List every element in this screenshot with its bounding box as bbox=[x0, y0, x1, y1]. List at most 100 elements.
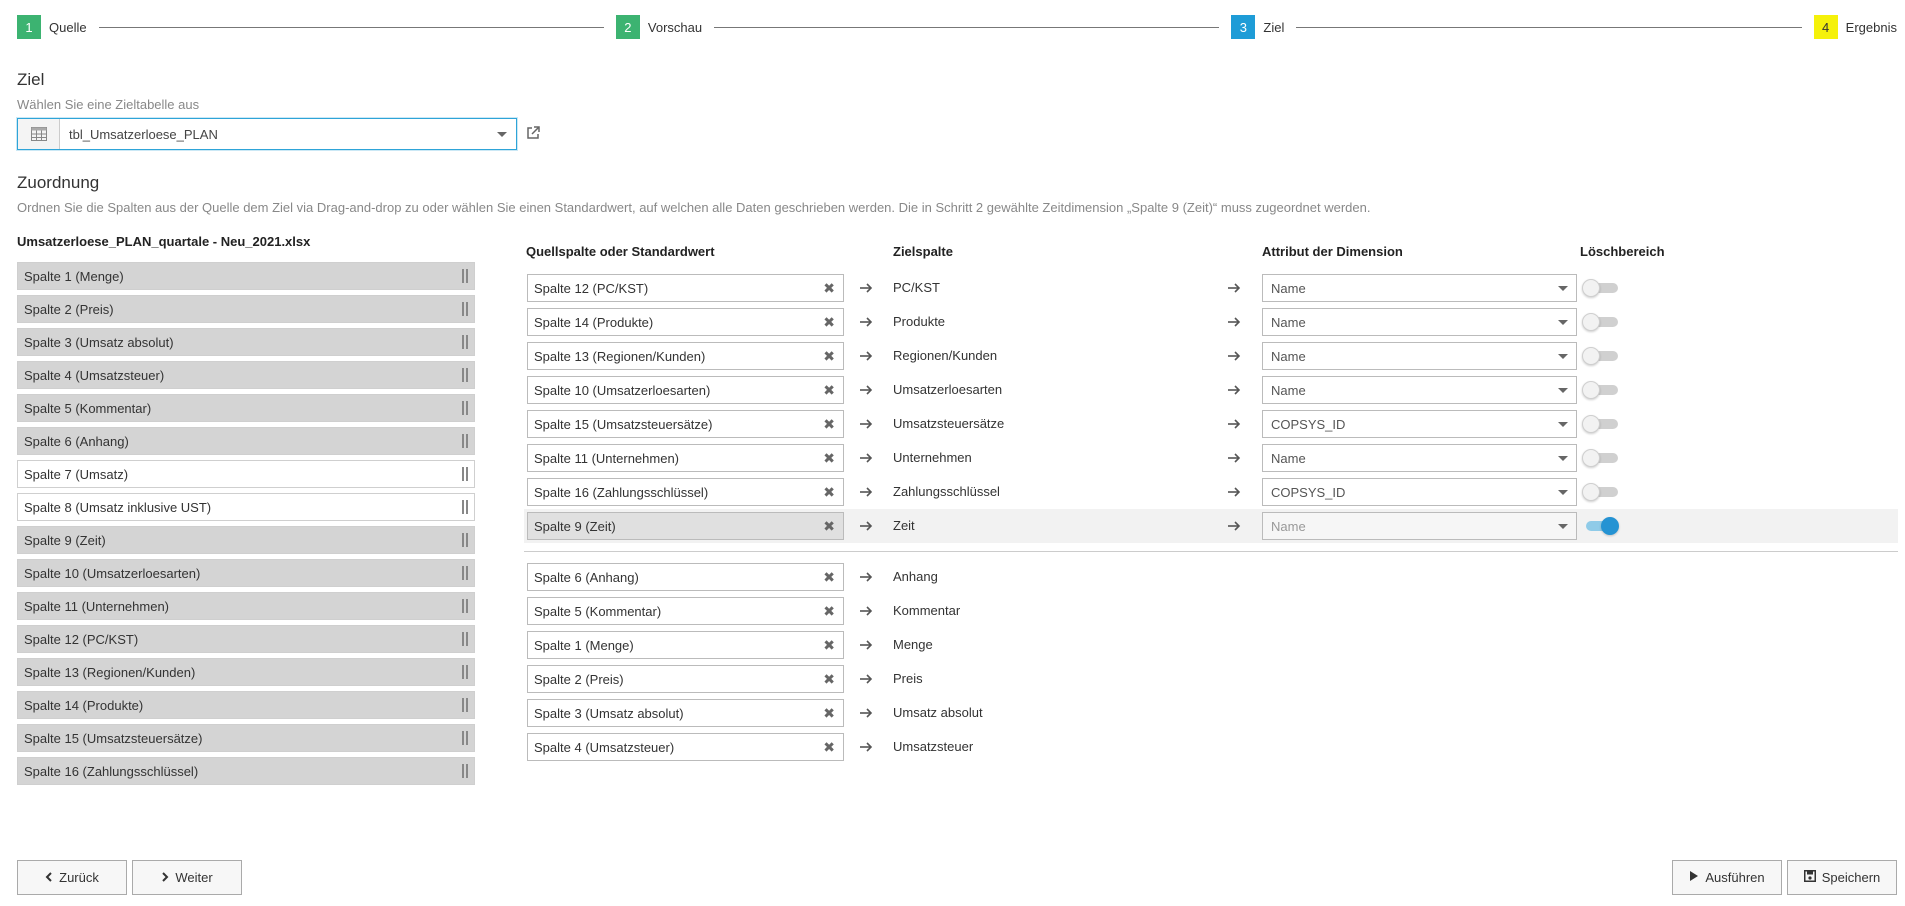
delete-area-toggle[interactable] bbox=[1582, 381, 1618, 399]
chevron-down-icon bbox=[1558, 320, 1568, 325]
clear-icon[interactable]: ✖ bbox=[823, 570, 835, 584]
drag-handle-icon[interactable] bbox=[462, 698, 468, 712]
step-label: Ziel bbox=[1263, 19, 1285, 35]
dimension-attribute-select[interactable]: Name bbox=[1262, 342, 1577, 370]
clear-icon[interactable]: ✖ bbox=[823, 315, 835, 329]
arrow-right-icon bbox=[858, 637, 874, 653]
drag-handle-icon[interactable] bbox=[462, 599, 468, 613]
drag-handle-icon[interactable] bbox=[462, 467, 468, 481]
source-column-item[interactable]: Spalte 16 (Zahlungsschlüssel) bbox=[17, 757, 475, 785]
clear-icon[interactable]: ✖ bbox=[823, 417, 835, 431]
clear-icon[interactable]: ✖ bbox=[823, 672, 835, 686]
drag-handle-icon[interactable] bbox=[462, 401, 468, 415]
back-button[interactable]: Zurück bbox=[17, 860, 127, 895]
dimension-attribute-select[interactable]: Name bbox=[1262, 444, 1577, 472]
source-column-field[interactable]: Spalte 1 (Menge) ✖ bbox=[527, 631, 844, 659]
clear-icon[interactable]: ✖ bbox=[823, 740, 835, 754]
dimension-attribute-select[interactable]: COPSYS_ID bbox=[1262, 410, 1577, 438]
source-column-field[interactable]: Spalte 9 (Zeit) ✖ bbox=[527, 512, 844, 540]
source-column-item[interactable]: Spalte 5 (Kommentar) bbox=[17, 394, 475, 422]
source-column-item[interactable]: Spalte 1 (Menge) bbox=[17, 262, 475, 290]
source-column-item[interactable]: Spalte 2 (Preis) bbox=[17, 295, 475, 323]
drag-handle-icon[interactable] bbox=[462, 566, 468, 580]
target-table-select[interactable]: tbl_Umsatzerloese_PLAN bbox=[17, 118, 517, 150]
drag-handle-icon[interactable] bbox=[462, 632, 468, 646]
step-ergebnis[interactable]: 4 Ergebnis bbox=[1813, 15, 1897, 39]
clear-icon[interactable]: ✖ bbox=[823, 638, 835, 652]
next-button[interactable]: Weiter bbox=[132, 860, 242, 895]
clear-icon[interactable]: ✖ bbox=[823, 706, 835, 720]
drag-handle-icon[interactable] bbox=[462, 533, 468, 547]
source-column-field[interactable]: Spalte 15 (Umsatzsteuersätze) ✖ bbox=[527, 410, 844, 438]
source-column-field[interactable]: Spalte 5 (Kommentar) ✖ bbox=[527, 597, 844, 625]
source-column-item[interactable]: Spalte 10 (Umsatzerloesarten) bbox=[17, 559, 475, 587]
source-column-field[interactable]: Spalte 11 (Unternehmen) ✖ bbox=[527, 444, 844, 472]
step-quelle[interactable]: 1 Quelle bbox=[17, 15, 87, 39]
source-column-item[interactable]: Spalte 11 (Unternehmen) bbox=[17, 592, 475, 620]
target-column-label: PC/KST bbox=[893, 280, 940, 295]
source-column-item[interactable]: Spalte 14 (Produkte) bbox=[17, 691, 475, 719]
arrow-right-icon bbox=[858, 484, 874, 500]
source-column-item[interactable]: Spalte 6 (Anhang) bbox=[17, 427, 475, 455]
source-column-field[interactable]: Spalte 16 (Zahlungsschlüssel) ✖ bbox=[527, 478, 844, 506]
source-column-label: Spalte 6 (Anhang) bbox=[24, 433, 129, 449]
clear-icon[interactable]: ✖ bbox=[823, 383, 835, 397]
dimension-attribute-value: Name bbox=[1271, 348, 1306, 364]
source-column-value: Spalte 4 (Umsatzsteuer) bbox=[534, 739, 675, 755]
source-column-item[interactable]: Spalte 15 (Umsatzsteuersätze) bbox=[17, 724, 475, 752]
source-column-field[interactable]: Spalte 14 (Produkte) ✖ bbox=[527, 308, 844, 336]
mapping-row: Spalte 13 (Regionen/Kunden) ✖ Regionen/Kun… bbox=[524, 339, 1898, 373]
drag-handle-icon[interactable] bbox=[462, 434, 468, 448]
save-button[interactable]: Speichern bbox=[1787, 860, 1897, 895]
drag-handle-icon[interactable] bbox=[462, 335, 468, 349]
dimension-attribute-select[interactable]: Name bbox=[1262, 376, 1577, 404]
drag-handle-icon[interactable] bbox=[462, 302, 468, 316]
clear-icon[interactable]: ✖ bbox=[823, 451, 835, 465]
delete-area-toggle[interactable] bbox=[1582, 313, 1618, 331]
drag-handle-icon[interactable] bbox=[462, 731, 468, 745]
clear-icon[interactable]: ✖ bbox=[823, 604, 835, 618]
source-column-item[interactable]: Spalte 13 (Regionen/Kunden) bbox=[17, 658, 475, 686]
clear-icon[interactable]: ✖ bbox=[823, 349, 835, 363]
run-button[interactable]: Ausführen bbox=[1672, 860, 1782, 895]
source-column-item[interactable]: Spalte 3 (Umsatz absolut) bbox=[17, 328, 475, 356]
source-column-field[interactable]: Spalte 6 (Anhang) ✖ bbox=[527, 563, 844, 591]
delete-area-toggle[interactable] bbox=[1582, 415, 1618, 433]
delete-area-toggle[interactable] bbox=[1582, 483, 1618, 501]
source-column-item[interactable]: Spalte 4 (Umsatzsteuer) bbox=[17, 361, 475, 389]
source-column-value: Spalte 3 (Umsatz absolut) bbox=[534, 705, 684, 721]
source-column-label: Spalte 9 (Zeit) bbox=[24, 532, 106, 548]
drag-handle-icon[interactable] bbox=[462, 500, 468, 514]
drag-handle-icon[interactable] bbox=[462, 764, 468, 778]
dimension-attribute-select[interactable]: COPSYS_ID bbox=[1262, 478, 1577, 506]
external-link-icon[interactable] bbox=[525, 125, 541, 141]
drag-handle-icon[interactable] bbox=[462, 368, 468, 382]
delete-area-toggle[interactable] bbox=[1582, 279, 1618, 297]
source-column-value: Spalte 1 (Menge) bbox=[534, 637, 634, 653]
step-vorschau[interactable]: 2 Vorschau bbox=[615, 15, 702, 39]
step-ziel[interactable]: 3 Ziel bbox=[1231, 15, 1284, 39]
source-column-item[interactable]: Spalte 9 (Zeit) bbox=[17, 526, 475, 554]
delete-area-toggle[interactable] bbox=[1582, 517, 1619, 535]
clear-icon[interactable]: ✖ bbox=[823, 485, 835, 499]
source-column-item[interactable]: Spalte 8 (Umsatz inklusive UST) bbox=[17, 493, 475, 521]
drag-handle-icon[interactable] bbox=[462, 269, 468, 283]
arrow-right-icon bbox=[858, 671, 874, 687]
dimension-attribute-select[interactable]: Name bbox=[1262, 274, 1577, 302]
source-column-field[interactable]: Spalte 10 (Umsatzerloesarten) ✖ bbox=[527, 376, 844, 404]
source-column-field[interactable]: Spalte 12 (PC/KST) ✖ bbox=[527, 274, 844, 302]
source-column-item[interactable]: Spalte 7 (Umsatz) bbox=[17, 460, 475, 488]
dimension-attribute-select[interactable]: Name bbox=[1262, 308, 1577, 336]
source-column-field[interactable]: Spalte 3 (Umsatz absolut) ✖ bbox=[527, 699, 844, 727]
source-column-field[interactable]: Spalte 2 (Preis) ✖ bbox=[527, 665, 844, 693]
header-source-column: Quellspalte oder Standardwert bbox=[526, 244, 715, 259]
target-column-label: Zahlungsschlüssel bbox=[893, 484, 1000, 499]
clear-icon[interactable]: ✖ bbox=[823, 281, 835, 295]
source-column-field[interactable]: Spalte 13 (Regionen/Kunden) ✖ bbox=[527, 342, 844, 370]
source-column-item[interactable]: Spalte 12 (PC/KST) bbox=[17, 625, 475, 653]
drag-handle-icon[interactable] bbox=[462, 665, 468, 679]
delete-area-toggle[interactable] bbox=[1582, 449, 1618, 467]
clear-icon[interactable]: ✖ bbox=[823, 519, 835, 533]
delete-area-toggle[interactable] bbox=[1582, 347, 1618, 365]
source-column-field[interactable]: Spalte 4 (Umsatzsteuer) ✖ bbox=[527, 733, 844, 761]
